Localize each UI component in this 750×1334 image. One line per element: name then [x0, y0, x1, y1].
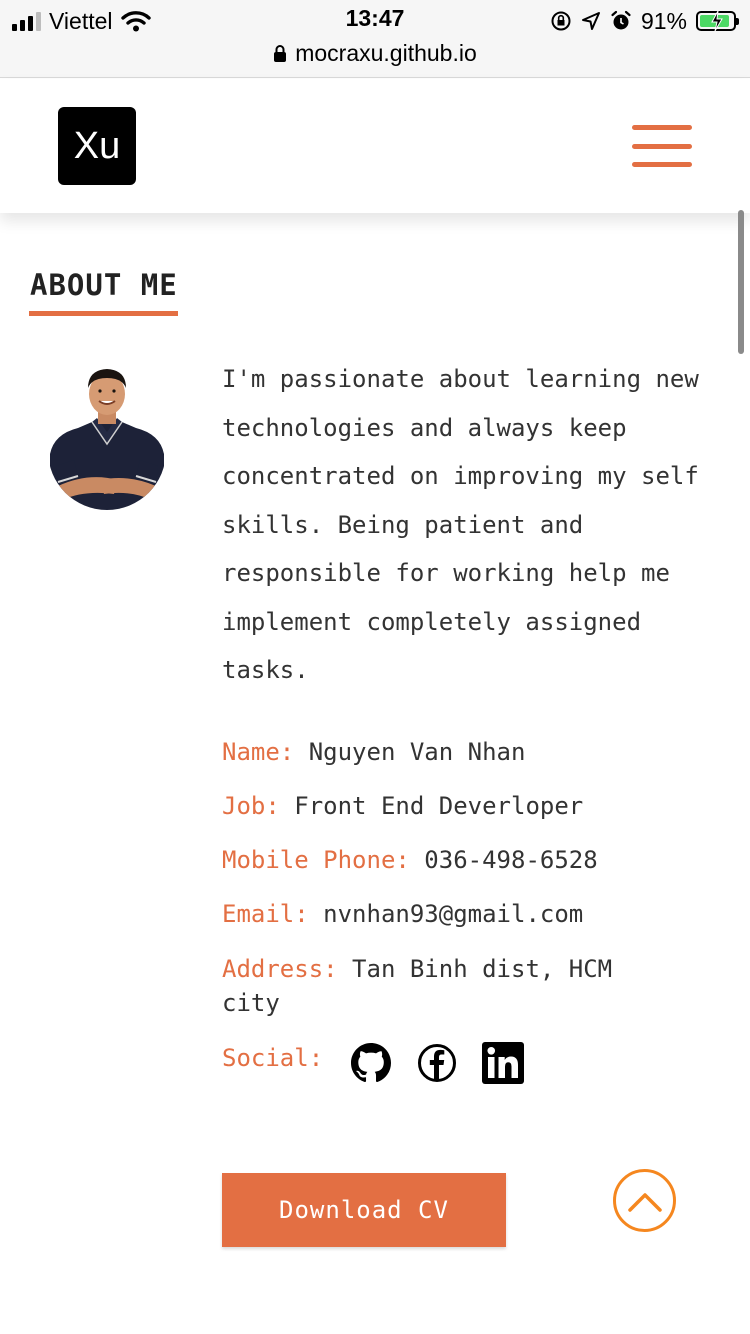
info-email: Email: nvnhan93@gmail.com: [222, 897, 722, 931]
back-to-top-button[interactable]: [613, 1169, 676, 1232]
chevron-up-icon: [627, 1192, 662, 1212]
email-value[interactable]: nvnhan93@gmail.com: [323, 900, 583, 928]
lock-icon: [274, 45, 287, 62]
job-value: Front End Deverloper: [294, 792, 584, 820]
phone-value[interactable]: 036-498-6528: [424, 846, 597, 874]
name-label: Name:: [222, 738, 295, 766]
social-label: Social:: [222, 1044, 324, 1072]
address-label: Address:: [222, 955, 338, 983]
social-links: [350, 1042, 524, 1084]
section-title-underline: [29, 311, 178, 316]
hamburger-menu-icon[interactable]: [632, 125, 692, 167]
status-bar: Viettel 13:47 91% mocraxu.github.io: [0, 0, 750, 78]
site-logo[interactable]: Xu: [58, 107, 136, 185]
phone-label: Mobile Phone:: [222, 846, 410, 874]
info-name: Name: Nguyen Van Nhan: [222, 735, 722, 769]
location-icon: [581, 12, 600, 30]
info-job: Job: Front End Deverloper: [222, 789, 722, 823]
battery-percent: 91%: [640, 7, 687, 34]
job-label: Job:: [222, 792, 280, 820]
url-bar[interactable]: mocraxu.github.io: [0, 40, 750, 67]
section-title: ABOUT ME: [30, 268, 178, 302]
status-right: 91%: [550, 6, 739, 36]
info-phone: Mobile Phone: 036-498-6528: [222, 843, 722, 877]
download-cv-button[interactable]: Download CV: [222, 1173, 506, 1247]
linkedin-icon[interactable]: [482, 1042, 524, 1084]
name-value: Nguyen Van Nhan: [308, 738, 526, 766]
battery-charging-icon: [696, 10, 739, 32]
url-text: mocraxu.github.io: [295, 40, 477, 66]
github-icon[interactable]: [350, 1042, 392, 1084]
site-header: Xu: [0, 79, 750, 213]
email-label: Email:: [222, 900, 309, 928]
facebook-icon[interactable]: [416, 1042, 458, 1084]
bio-text: I'm passionate about learning new techno…: [222, 365, 699, 684]
orientation-lock-icon: [551, 11, 571, 31]
info-address: Address: Tan Binh dist, HCM city: [222, 952, 662, 1020]
alarm-icon: [611, 10, 631, 30]
scrollbar[interactable]: [738, 210, 744, 354]
avatar: [48, 354, 166, 510]
